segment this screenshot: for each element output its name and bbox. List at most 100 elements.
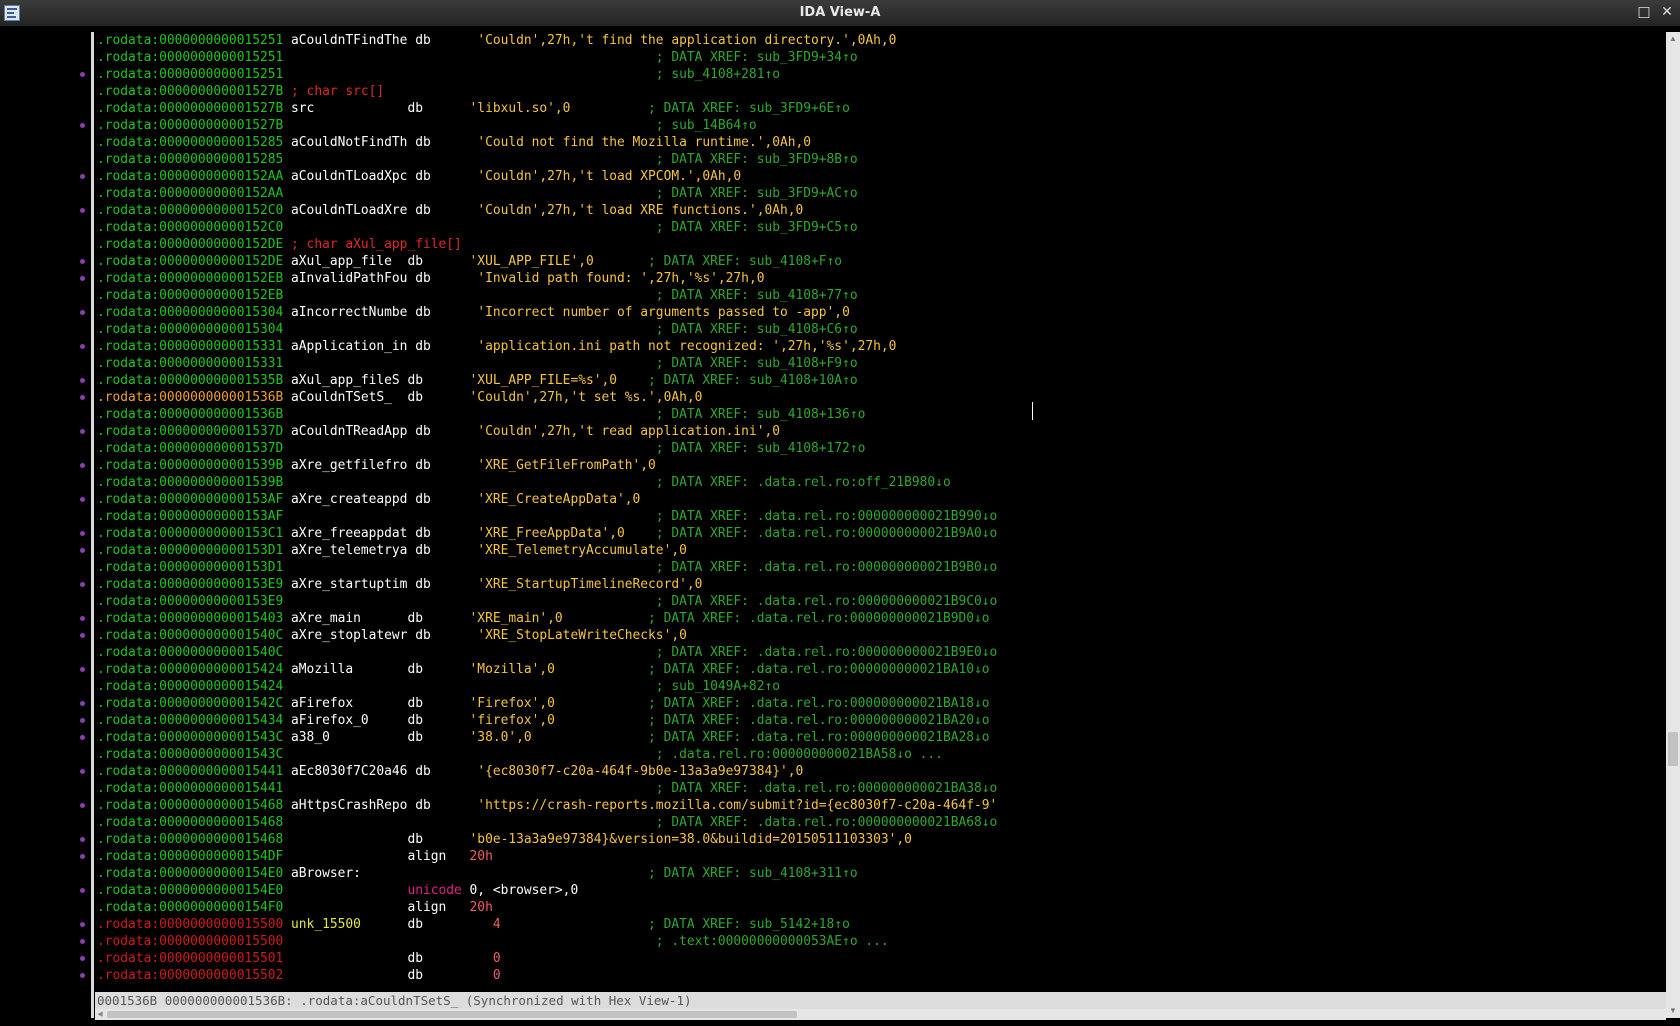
line-address[interactable]: .rodata:000000000001536B — [97, 407, 283, 422]
listing-line[interactable]: .rodata:000000000001539B aXre_getfilefro… — [97, 457, 997, 474]
line-address[interactable]: .rodata:00000000000152DE — [97, 237, 283, 252]
line-address[interactable]: .rodata:00000000000154F0 — [97, 900, 283, 915]
line-address[interactable]: .rodata:0000000000015285 — [97, 135, 283, 150]
line-operand[interactable]: 'Incorrect number of arguments passed to… — [477, 305, 850, 320]
line-address[interactable]: .rodata:0000000000015304 — [97, 322, 283, 337]
gutter-divider[interactable] — [91, 32, 94, 1018]
line-address[interactable]: .rodata:000000000001537D — [97, 441, 283, 456]
listing-line[interactable]: .rodata:00000000000154E0 aBrowser: ; DAT… — [97, 865, 997, 882]
line-operand[interactable] — [470, 866, 649, 881]
close-button[interactable]: ✕ — [1658, 3, 1676, 21]
line-instruction[interactable]: db — [415, 305, 477, 320]
line-instruction[interactable]: db — [415, 135, 477, 150]
listing-line[interactable]: .rodata:00000000000153E9 ; DATA XREF: .d… — [97, 593, 997, 610]
line-operand[interactable]: 0, <browser>,0 — [470, 883, 579, 898]
xref-comment[interactable]: ; DATA XREF: .data.rel.ro:000000000021B9… — [656, 594, 997, 609]
line-operand[interactable]: 'XRE_main',0 — [470, 611, 649, 626]
line-address[interactable]: .rodata:00000000000153AF — [97, 509, 283, 524]
line-label[interactable]: aApplication_in — [291, 339, 415, 354]
line-label[interactable]: aCouldnTSetS_ — [291, 390, 407, 405]
xref-comment[interactable]: ; DATA XREF: sub_4108+172↑o — [656, 441, 866, 456]
listing-line[interactable]: .rodata:0000000000015285 ; DATA XREF: su… — [97, 151, 997, 168]
line-label[interactable]: aIncorrectNumbe — [291, 305, 415, 320]
listing-line[interactable]: .rodata:00000000000152EB ; DATA XREF: su… — [97, 287, 997, 304]
listing-line[interactable]: .rodata:00000000000153AF ; DATA XREF: .d… — [97, 508, 997, 525]
line-address[interactable]: .rodata:000000000001543C — [97, 730, 283, 745]
line-operand[interactable]: 'b0e-13a3a9e97384}&version=38.0&buildid=… — [470, 832, 912, 847]
line-operand[interactable]: '38.0',0 — [470, 730, 649, 745]
horizontal-scroll-thumb[interactable] — [107, 1011, 797, 1018]
line-label[interactable]: aFirefox_0 — [291, 713, 407, 728]
listing-line[interactable]: .rodata:000000000001535B aXul_app_fileS … — [97, 372, 997, 389]
xref-comment[interactable]: ; DATA XREF: .data.rel.ro:000000000021BA… — [656, 815, 997, 830]
line-operand[interactable]: 'Could not find the Mozilla runtime.',0A… — [477, 135, 811, 150]
line-label[interactable]: aXre_startuptim — [291, 577, 415, 592]
line-address[interactable]: .rodata:00000000000154E0 — [97, 866, 283, 881]
line-instruction[interactable]: db — [407, 730, 469, 745]
line-operand[interactable]: 'Invalid path found: ',27h,'%s',27h,0 — [477, 271, 764, 286]
vertical-scrollbar[interactable]: ▲ ▼ — [1666, 32, 1680, 1018]
line-address[interactable]: .rodata:000000000001540C — [97, 628, 283, 643]
line-operand[interactable]: 'Couldn',27h,'t set %s.',0Ah,0 — [470, 390, 703, 405]
line-instruction[interactable]: db — [415, 526, 477, 541]
listing-line[interactable]: .rodata:0000000000015500 ; .text:0000000… — [97, 933, 997, 950]
listing-line[interactable]: .rodata:000000000001543C ; .data.rel.ro:… — [97, 746, 997, 763]
line-operand[interactable]: 'libxul.so',0 — [470, 101, 649, 116]
listing-line[interactable]: .rodata:000000000001540C ; DATA XREF: .d… — [97, 644, 997, 661]
line-address[interactable]: .rodata:0000000000015304 — [97, 305, 283, 320]
xref-comment[interactable]: ; DATA XREF: sub_4108+311↑o — [648, 866, 858, 881]
xref-comment[interactable]: ; DATA XREF: sub_3FD9+AC↑o — [656, 186, 858, 201]
line-address[interactable]: .rodata:00000000000153C1 — [97, 526, 283, 541]
xref-comment[interactable]: ; .data.rel.ro:000000000021BA58↓o ... — [656, 747, 943, 762]
line-instruction[interactable]: db — [415, 33, 477, 48]
xref-comment[interactable]: ; sub_1049A+82↑o — [656, 679, 780, 694]
line-instruction[interactable]: align — [407, 900, 469, 915]
line-operand[interactable]: 'application.ini path not recognized: ',… — [477, 339, 896, 354]
listing-line[interactable]: .rodata:000000000001539B ; DATA XREF: .d… — [97, 474, 997, 491]
line-address[interactable]: .rodata:00000000000153D1 — [97, 560, 283, 575]
line-label[interactable]: aInvalidPathFou — [291, 271, 415, 286]
line-label[interactable]: src — [291, 101, 407, 116]
line-label[interactable]: aFirefox — [291, 696, 407, 711]
line-label[interactable]: aXre_stoplatewr — [291, 628, 415, 643]
xref-comment[interactable]: ; DATA XREF: sub_4108+C6↑o — [656, 322, 858, 337]
line-operand[interactable]: 'Firefox',0 — [470, 696, 649, 711]
scroll-up-icon[interactable]: ▲ — [1666, 32, 1680, 46]
line-instruction[interactable]: db — [407, 611, 469, 626]
line-address[interactable]: .rodata:000000000001540C — [97, 645, 283, 660]
line-operand[interactable]: '{ec8030f7-c20a-464f-9b0e-13a3a9e97384}'… — [477, 764, 803, 779]
line-label[interactable] — [291, 849, 407, 864]
listing-line[interactable]: .rodata:000000000001543C a38_0 db '38.0'… — [97, 729, 997, 746]
line-address[interactable]: .rodata:0000000000015331 — [97, 339, 283, 354]
listing-line[interactable]: .rodata:000000000001542C aFirefox db 'Fi… — [97, 695, 997, 712]
line-instruction[interactable]: db — [415, 492, 477, 507]
listing-line[interactable]: .rodata:00000000000152AA aCouldnTLoadXpc… — [97, 168, 997, 185]
line-address[interactable]: .rodata:000000000001539B — [97, 458, 283, 473]
xref-comment[interactable]: ; DATA XREF: .data.rel.ro:000000000021BA… — [648, 713, 989, 728]
listing-line[interactable]: .rodata:0000000000015304 aIncorrectNumbe… — [97, 304, 997, 321]
xref-comment[interactable]: ; DATA XREF: sub_4108+F9↑o — [656, 356, 858, 371]
line-label[interactable]: aXre_createappd — [291, 492, 415, 507]
line-address[interactable]: .rodata:0000000000015500 — [97, 934, 283, 949]
listing-line[interactable]: .rodata:000000000001527B ; sub_14B64↑o — [97, 117, 997, 134]
xref-comment[interactable]: ; DATA XREF: .data.rel.ro:000000000021BA… — [656, 781, 997, 796]
listing-line[interactable]: .rodata:000000000001536B aCouldnTSetS_ d… — [97, 389, 997, 406]
line-instruction[interactable]: db — [415, 798, 477, 813]
line-address[interactable]: .rodata:0000000000015251 — [97, 67, 283, 82]
line-operand[interactable]: 'firefox',0 — [470, 713, 649, 728]
listing-line[interactable]: .rodata:0000000000015403 aXre_main db 'X… — [97, 610, 997, 627]
line-label[interactable]: aXul_app_fileS — [291, 373, 407, 388]
line-address[interactable]: .rodata:0000000000015424 — [97, 662, 283, 677]
listing-line[interactable]: .rodata:0000000000015424 ; sub_1049A+82↑… — [97, 678, 997, 695]
line-address[interactable]: .rodata:000000000001539B — [97, 475, 283, 490]
listing-line[interactable]: .rodata:00000000000152DE ; char aXul_app… — [97, 236, 997, 253]
listing-line[interactable]: .rodata:00000000000152AA ; DATA XREF: su… — [97, 185, 997, 202]
line-operand[interactable]: 'XRE_TelemetryAccumulate',0 — [477, 543, 687, 558]
line-address[interactable]: .rodata:0000000000015331 — [97, 356, 283, 371]
line-label[interactable]: aXre_telemetrya — [291, 543, 415, 558]
line-address[interactable]: .rodata:00000000000152C0 — [97, 203, 283, 218]
listing-line[interactable]: .rodata:00000000000154F0 align 20h — [97, 899, 997, 916]
disassembly-listing[interactable]: .rodata:0000000000015251 aCouldnTFindThe… — [95, 32, 1666, 992]
listing-line[interactable]: .rodata:00000000000153AF aXre_createappd… — [97, 491, 997, 508]
xref-comment[interactable]: ; sub_4108+281↑o — [656, 67, 780, 82]
